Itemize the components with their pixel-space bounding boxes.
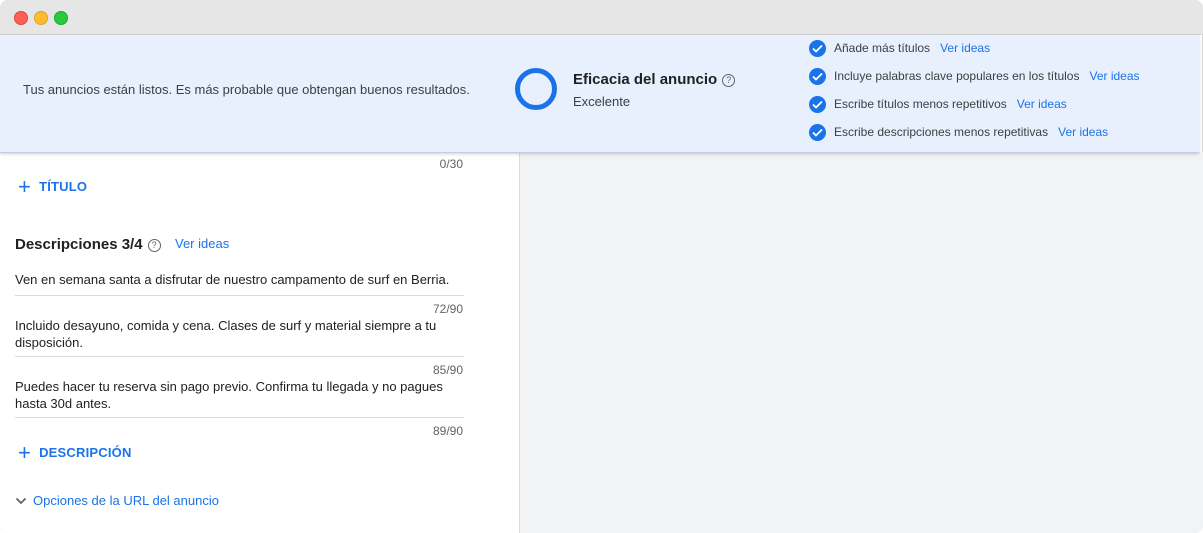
descriptions-ver-ideas-link[interactable]: Ver ideas: [175, 236, 229, 251]
ad-strength-ring-icon: [515, 68, 557, 110]
add-description-label: DESCRIPCIÓN: [39, 445, 132, 460]
description-char-counter: 85/90: [432, 363, 463, 377]
description-char-counter: 72/90: [432, 302, 463, 316]
minimize-window-button[interactable]: [34, 11, 48, 25]
ad-strength-title-text: Eficacia del anuncio: [573, 71, 718, 88]
banner-message: Tus anuncios están listos. Es más probab…: [23, 82, 470, 97]
ad-preview-panel: [520, 152, 1203, 533]
description-underline: [15, 356, 464, 357]
tip-ver-ideas-link[interactable]: Ver ideas: [1089, 69, 1139, 83]
tip-text: Añade más títulos: [834, 41, 931, 55]
window-titlebar: [0, 0, 1203, 35]
tip-ver-ideas-link[interactable]: Ver ideas: [1058, 125, 1108, 139]
tip-text: Incluye palabras clave populares en los …: [834, 69, 1080, 83]
descriptions-heading: Descripciones 3/4?: [15, 236, 161, 253]
add-description-button[interactable]: + DESCRIPCIÓN: [18, 440, 132, 466]
description-input[interactable]: Puedes hacer tu reserva sin pago previo.…: [15, 378, 464, 412]
check-circle-icon: [809, 96, 826, 113]
description-underline: [15, 295, 464, 296]
url-options-toggle[interactable]: Opciones de la URL del anuncio: [15, 493, 219, 508]
description-input[interactable]: Ven en semana santa a disfrutar de nuest…: [15, 271, 464, 288]
add-headline-button[interactable]: + TÍTULO: [18, 174, 87, 200]
description-underline: [15, 417, 464, 418]
headline-char-counter: 0/30: [439, 157, 463, 171]
tip-text: Escribe descripciones menos repetitivas: [834, 125, 1049, 139]
tip-ver-ideas-link[interactable]: Ver ideas: [1017, 97, 1067, 111]
url-options-label: Opciones de la URL del anuncio: [33, 493, 219, 508]
help-icon[interactable]: ?: [147, 239, 161, 252]
check-circle-icon: [809, 40, 826, 57]
chevron-down-icon: [15, 494, 27, 508]
plus-icon: +: [18, 174, 32, 199]
check-circle-icon: [809, 68, 826, 85]
tip-text: Escribe títulos menos repetitivos: [834, 97, 1007, 111]
description-input[interactable]: Incluido desayuno, comida y cena. Clases…: [15, 317, 464, 351]
help-icon[interactable]: ?: [722, 74, 736, 87]
add-headline-label: TÍTULO: [39, 179, 88, 194]
ad-editor-panel: 0/30 + TÍTULO Descripciones 3/4? Ver idea…: [0, 152, 520, 533]
close-window-button[interactable]: [14, 11, 28, 25]
ad-strength-banner: Tus anuncios están listos. Es más probab…: [0, 35, 1199, 153]
maximize-window-button[interactable]: [54, 11, 68, 25]
tip-ver-ideas-link[interactable]: Ver ideas: [940, 41, 990, 55]
ad-strength-title: Eficacia del anuncio?: [573, 71, 736, 88]
plus-icon: +: [18, 440, 32, 465]
app-window: Tus anuncios están listos. Es más probab…: [0, 0, 1203, 533]
description-char-counter: 89/90: [432, 424, 463, 438]
check-circle-icon: [809, 124, 826, 141]
ad-strength-value: Excelente: [573, 94, 631, 109]
descriptions-heading-text: Descripciones 3/4: [15, 236, 143, 253]
